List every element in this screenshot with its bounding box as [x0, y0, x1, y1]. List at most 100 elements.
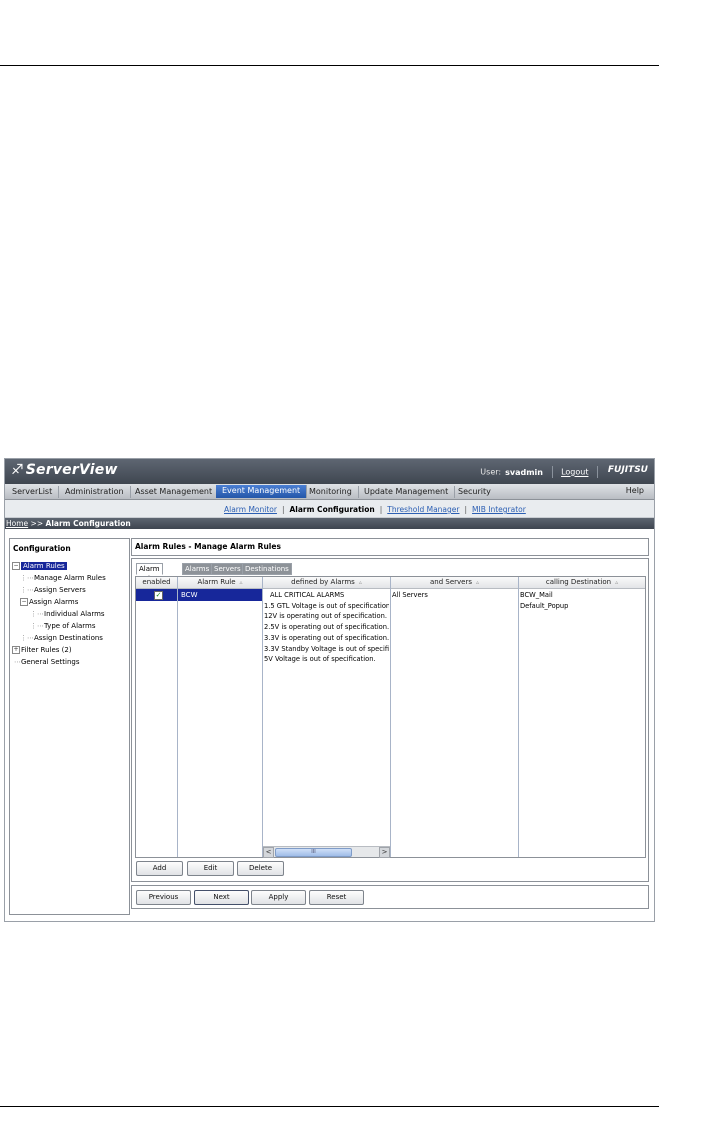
separator: |: [281, 505, 285, 514]
breadcrumb: Home >> Alarm Configuration: [5, 518, 654, 529]
apply-button[interactable]: Apply: [251, 890, 306, 905]
sort-icon[interactable]: ▵: [615, 579, 618, 586]
collapse-icon[interactable]: −: [12, 562, 20, 570]
sort-icon[interactable]: ▵: [476, 579, 479, 586]
delete-button[interactable]: Delete: [237, 861, 284, 876]
column-defined-by-alarms: defined by Alarms ▵ ALL CRITICAL ALARMS 1…: [263, 577, 391, 858]
separator: |: [379, 505, 383, 514]
tree-item-assign-servers[interactable]: ⋮⋯Assign Servers: [12, 584, 106, 596]
divider: [597, 466, 598, 478]
reset-button[interactable]: Reset: [309, 890, 364, 905]
tree-item-manage-alarm-rules[interactable]: ⋮⋯Manage Alarm Rules: [12, 572, 106, 584]
column-header-alarms[interactable]: defined by Alarms ▵: [263, 577, 390, 589]
column-header-alarm-rule[interactable]: Alarm Rule ▵: [178, 577, 262, 589]
sub-nav-links: Alarm Monitor | Alarm Configuration | Thresh…: [224, 505, 526, 514]
add-button[interactable]: Add: [136, 861, 183, 876]
collapse-icon[interactable]: −: [20, 598, 28, 606]
breadcrumb-separator: >>: [30, 519, 44, 528]
alarm-item: 3.3V is operating out of specification.: [264, 633, 389, 642]
logo-swoosh-icon: ♐: [11, 462, 24, 478]
alarm-rules-table: enabled ✓ Alarm Rule ▵ BCW defined by Ala…: [135, 576, 646, 858]
previous-button[interactable]: Previous: [136, 890, 191, 905]
tab-servers[interactable]: Servers: [211, 563, 244, 575]
tree-item-general-settings[interactable]: ⋯General Settings: [12, 656, 106, 668]
scroll-right-arrow-icon[interactable]: >: [379, 847, 390, 858]
breadcrumb-home[interactable]: Home: [6, 519, 28, 528]
tab-update-management[interactable]: Update Management: [358, 486, 456, 498]
column-header-enabled[interactable]: enabled: [136, 577, 177, 589]
scroll-left-arrow-icon[interactable]: <: [263, 847, 274, 858]
main-title-bar: Alarm Rules - Manage Alarm Rules: [131, 538, 649, 556]
alarm-item: 1.5 GTL Voltage is out of specification.: [264, 601, 389, 610]
column-enabled: enabled ✓: [136, 577, 178, 857]
divider: [551, 466, 553, 478]
tab-destinations[interactable]: Destinations: [242, 563, 292, 575]
next-button[interactable]: Next: [194, 890, 249, 905]
destination-item: Default_Popup: [520, 601, 569, 610]
alarm-item: 5V Voltage is out of specification.: [264, 655, 376, 664]
tab-alarms[interactable]: Alarms: [182, 563, 213, 575]
config-tree: − Alarm Rules ⋮⋯Manage Alarm Rules ⋮⋯Assi…: [12, 560, 106, 668]
table-row[interactable]: BCW: [178, 589, 262, 601]
column-header-servers[interactable]: and Servers ▵: [391, 577, 518, 589]
server-item: All Servers: [392, 591, 428, 599]
breadcrumb-page: Alarm Configuration: [45, 519, 131, 528]
tab-serverlist[interactable]: ServerList: [6, 486, 60, 498]
horizontal-scrollbar[interactable]: < III >: [263, 846, 390, 858]
column-and-servers: and Servers ▵ All Servers: [391, 577, 519, 857]
tree-item-type-of-alarms[interactable]: ⋮⋯Type of Alarms: [12, 620, 106, 632]
page-bottom-rule: [0, 1106, 659, 1107]
main-nav: ServerList Administration Asset Manageme…: [5, 484, 654, 500]
alarm-list: ALL CRITICAL ALARMS 1.5 GTL Voltage is o…: [264, 590, 389, 665]
configuration-panel: Configuration − Alarm Rules ⋮⋯Manage Alar…: [9, 538, 130, 915]
link-alarm-configuration[interactable]: Alarm Configuration: [290, 505, 375, 514]
tree-item-assign-destinations[interactable]: ⋮⋯Assign Destinations: [12, 632, 106, 644]
alarm-item: ALL CRITICAL ALARMS: [270, 591, 345, 599]
tab-asset-management[interactable]: Asset Management: [129, 486, 220, 498]
tab-security[interactable]: Security: [452, 486, 497, 498]
page-top-rule: [0, 65, 659, 66]
tab-alarm-rules[interactable]: Alarm Rules: [136, 563, 163, 583]
rule-name: BCW: [181, 591, 198, 599]
alarm-rules-panel: Alarm Rules Alarms Servers Destinations …: [131, 558, 649, 882]
tab-monitoring[interactable]: Monitoring: [303, 486, 359, 498]
serverview-screenshot: ♐ ServerView User: svadmin Logout FUJITSU …: [4, 458, 655, 922]
edit-button[interactable]: Edit: [187, 861, 234, 876]
server-list: All Servers: [392, 590, 428, 601]
sort-icon[interactable]: ▵: [240, 579, 243, 586]
column-calling-destination: calling Destination ▵ BCW_Mail Default_Po…: [519, 577, 645, 857]
table-row[interactable]: ✓: [136, 589, 177, 601]
alarm-item: 12V is operating out of specification.: [264, 612, 388, 621]
separator: |: [464, 505, 468, 514]
sort-icon[interactable]: ▵: [359, 579, 362, 586]
column-header-destination[interactable]: calling Destination ▵: [519, 577, 645, 589]
tree-item-alarm-rules[interactable]: − Alarm Rules: [12, 560, 106, 572]
top-bar: ♐ ServerView User: svadmin Logout FUJITSU: [5, 459, 654, 484]
wizard-buttons: Previous Next Apply Reset: [131, 885, 649, 909]
tree-item-individual-alarms[interactable]: ⋮⋯Individual Alarms: [12, 608, 106, 620]
fujitsu-logo: FUJITSU: [607, 465, 648, 475]
tab-administration[interactable]: Administration: [59, 486, 131, 498]
column-alarm-rule: Alarm Rule ▵ BCW: [178, 577, 263, 857]
expand-icon[interactable]: +: [12, 646, 20, 654]
user-area: User: svadmin Logout: [480, 466, 604, 478]
user-name: svadmin: [505, 467, 543, 477]
enabled-checkbox[interactable]: ✓: [154, 591, 163, 600]
sub-nav: Alarm Monitor | Alarm Configuration | Thresh…: [5, 500, 654, 518]
tree-item-assign-alarms[interactable]: − Assign Alarms: [12, 596, 106, 608]
help-link[interactable]: Help: [626, 486, 644, 495]
serverview-logo: ♐ ServerView: [11, 462, 118, 478]
link-mib-integrator[interactable]: MIB Integrator: [472, 505, 526, 514]
logout-link[interactable]: Logout: [561, 468, 588, 477]
configuration-title: Configuration: [13, 544, 71, 553]
destination-item: BCW_Mail: [520, 591, 553, 599]
tab-event-management[interactable]: Event Management: [216, 485, 308, 498]
link-threshold-manager[interactable]: Threshold Manager: [387, 505, 459, 514]
user-label: User:: [480, 467, 502, 477]
destination-list: BCW_Mail Default_Popup: [520, 590, 568, 611]
main-title: Alarm Rules - Manage Alarm Rules: [135, 542, 281, 551]
scroll-thumb[interactable]: III: [275, 848, 352, 857]
alarm-item: 3.3V Standby Voltage is out of specific: [264, 644, 389, 653]
tree-item-filter-rules[interactable]: + Filter Rules (2): [12, 644, 106, 656]
link-alarm-monitor[interactable]: Alarm Monitor: [224, 505, 277, 514]
